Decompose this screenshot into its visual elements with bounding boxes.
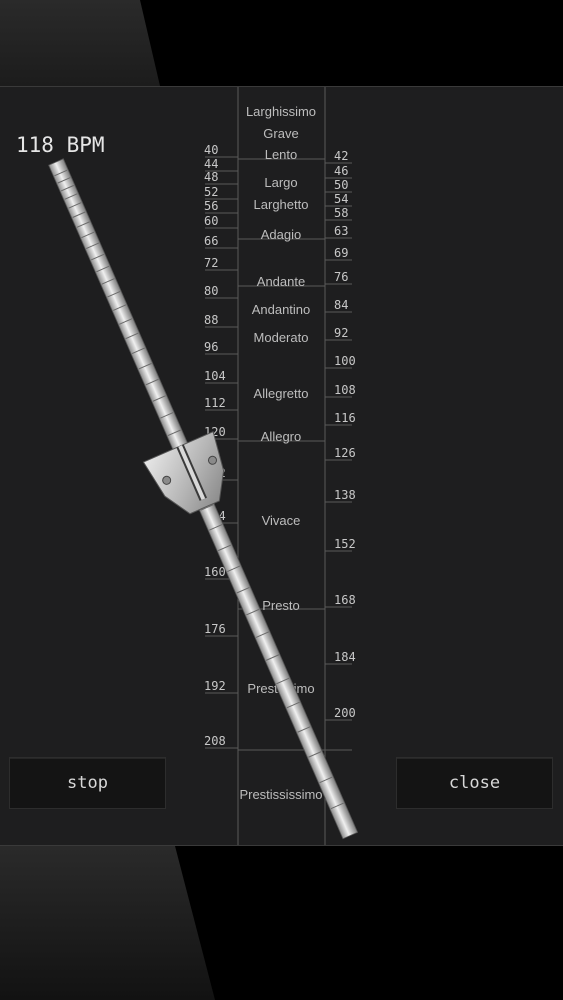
- left-bpm-label: 104: [204, 369, 226, 383]
- tempo-marking: Grave: [263, 126, 298, 141]
- left-bpm-label: 208: [204, 734, 226, 748]
- right-bpm-label: 54: [334, 192, 348, 206]
- tempo-markings: Larghissimo Grave Lento Largo Larghetto Adagi…: [239, 104, 322, 802]
- right-bpm-label: 84: [334, 298, 348, 312]
- right-bpm-label: 69: [334, 246, 348, 260]
- left-bpm-label: 88: [204, 313, 218, 327]
- right-bpm-label: 58: [334, 206, 348, 220]
- right-bpm-scale: 4246505458 63 69 76 84 92 100 108 116 126 138 152 16…: [334, 149, 356, 720]
- right-bpm-label: 46: [334, 164, 348, 178]
- left-bpm-label: 120: [204, 425, 226, 439]
- bottom-bar: [0, 846, 563, 1000]
- right-bpm-label: 76: [334, 270, 348, 284]
- left-bpm-scale: 404448525660 66 72 80 88 96 104 112 120 132 144 160…: [204, 143, 226, 748]
- left-bpm-label: 66: [204, 234, 218, 248]
- right-bpm-label: 100: [334, 354, 356, 368]
- right-bpm-label: 63: [334, 224, 348, 238]
- left-bpm-label: 44: [204, 157, 218, 171]
- left-bpm-label: 144: [204, 509, 226, 523]
- right-bpm-label: 184: [334, 650, 356, 664]
- tempo-marking: Presto: [262, 598, 300, 613]
- close-button[interactable]: close: [396, 757, 553, 809]
- right-bpm-label: 50: [334, 178, 348, 192]
- bpm-readout: 118 BPM: [16, 133, 105, 157]
- left-bpm-label: 48: [204, 170, 218, 184]
- tempo-marking: Moderato: [254, 330, 309, 345]
- right-bpm-label: 108: [334, 383, 356, 397]
- left-bpm-label: 176: [204, 622, 226, 636]
- top-sweep-decoration: [0, 0, 160, 86]
- right-bpm-label: 138: [334, 488, 356, 502]
- left-bpm-label: 80: [204, 284, 218, 298]
- left-bpm-label: 192: [204, 679, 226, 693]
- right-bpm-label: 200: [334, 706, 356, 720]
- stop-button[interactable]: stop: [9, 757, 166, 809]
- tempo-marking: Lento: [265, 147, 298, 162]
- tempo-marking: Larghissimo: [246, 104, 316, 119]
- left-bpm-label: 60: [204, 214, 218, 228]
- metronome-panel: Larghissimo Grave Lento Largo Larghetto Adagi…: [0, 86, 563, 846]
- left-bpm-label: 132: [204, 466, 226, 480]
- tempo-marking: Andantino: [252, 302, 311, 317]
- left-bpm-label: 112: [204, 396, 226, 410]
- tempo-marking: Largo: [264, 175, 297, 190]
- tempo-marking: Allegretto: [254, 386, 309, 401]
- tempo-marking: Adagio: [261, 227, 301, 242]
- left-bpm-label: 72: [204, 256, 218, 270]
- right-bpm-label: 152: [334, 537, 356, 551]
- bottom-sweep-decoration: [0, 846, 215, 1000]
- tempo-marking: Prestissimo: [247, 681, 314, 696]
- left-bpm-label: 96: [204, 340, 218, 354]
- tempo-marking: Vivace: [262, 513, 301, 528]
- right-bpm-label: 92: [334, 326, 348, 340]
- tempo-scale: Larghissimo Grave Lento Largo Larghetto Adagi…: [204, 87, 356, 845]
- right-bpm-label: 116: [334, 411, 356, 425]
- tempo-marking: Prestississimo: [239, 787, 322, 802]
- tempo-marking: Larghetto: [254, 197, 309, 212]
- left-bpm-label: 40: [204, 143, 218, 157]
- right-bpm-label: 126: [334, 446, 356, 460]
- left-bpm-label: 56: [204, 199, 218, 213]
- right-bpm-label: 42: [334, 149, 348, 163]
- tempo-marking: Andante: [257, 274, 305, 289]
- tempo-marking: Allegro: [261, 429, 301, 444]
- right-bpm-label: 168: [334, 593, 356, 607]
- left-bpm-label: 160: [204, 565, 226, 579]
- left-bpm-label: 52: [204, 185, 218, 199]
- top-bar: [0, 0, 563, 86]
